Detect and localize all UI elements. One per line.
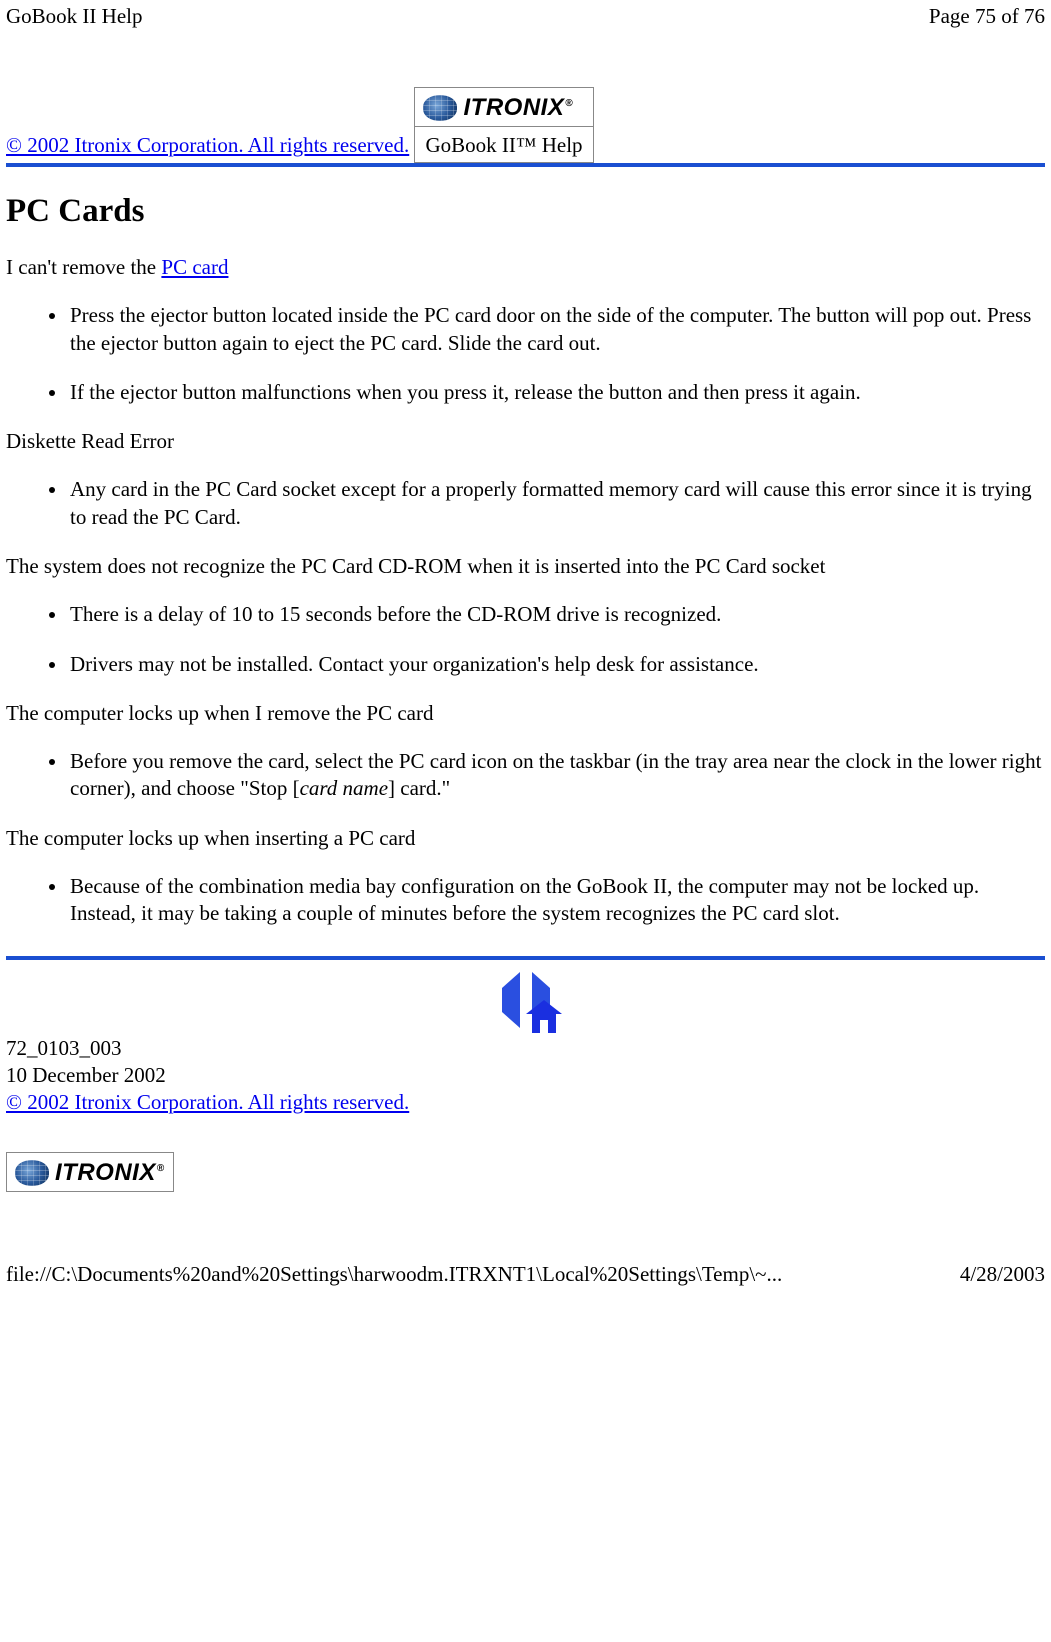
question-5: The computer locks up when inserting a P… — [6, 825, 1045, 851]
brand-box-lower: ITRONIX® — [6, 1152, 174, 1192]
list-item: Any card in the PC Card socket except fo… — [68, 476, 1045, 531]
logo-registered: ® — [565, 98, 573, 109]
globe-icon — [15, 1160, 49, 1186]
itronix-logo-lower: ITRONIX® — [15, 1159, 165, 1187]
logo-cell: ITRONIX® — [415, 88, 592, 127]
nav-back-button[interactable] — [502, 988, 520, 1013]
logo-text-lower: ITRONIX® — [55, 1159, 165, 1187]
q2-bullets: Any card in the PC Card socket except fo… — [6, 476, 1045, 531]
list-item: Because of the combination media bay con… — [68, 873, 1045, 928]
logo-brand-lower: ITRONIX — [55, 1159, 156, 1186]
q4-b1-italic: card name — [300, 776, 388, 800]
q4-b1-b: ] card." — [388, 776, 450, 800]
list-item: There is a delay of 10 to 15 seconds bef… — [68, 601, 1045, 628]
q4-b1-a: Before you remove the card, select the P… — [70, 749, 1041, 800]
footer-path: file://C:\Documents%20and%20Settings\har… — [6, 1262, 782, 1287]
q5-bullets: Because of the combination media bay con… — [6, 873, 1045, 928]
question-1: I can't remove the PC card — [6, 254, 1045, 280]
help-label: GoBook II™ Help — [425, 133, 582, 157]
q1-prefix: I can't remove the — [6, 255, 161, 279]
list-item: Drivers may not be installed. Contact yo… — [68, 651, 1045, 678]
q4-bullets: Before you remove the card, select the P… — [6, 748, 1045, 803]
document-meta: 72_0103_003 10 December 2002 © 2002 Itro… — [6, 1035, 1045, 1117]
page-footer: file://C:\Documents%20and%20Settings\har… — [0, 1192, 1051, 1291]
doc-date: 10 December 2002 — [6, 1062, 1045, 1089]
logo-cell-lower: ITRONIX® — [7, 1153, 173, 1191]
q1-bullets: Press the ejector button located inside … — [6, 302, 1045, 406]
top-divider — [6, 163, 1045, 167]
q3-bullets: There is a delay of 10 to 15 seconds bef… — [6, 601, 1045, 678]
logo-brand: ITRONIX — [463, 94, 564, 121]
list-item: Before you remove the card, select the P… — [68, 748, 1045, 803]
bottom-divider — [6, 956, 1045, 960]
triangle-left-icon — [502, 972, 520, 1028]
question-2: Diskette Read Error — [6, 428, 1045, 454]
itronix-logo: ITRONIX® — [423, 94, 584, 122]
copyright-link-bottom[interactable]: © 2002 Itronix Corporation. All rights r… — [6, 1090, 409, 1114]
footer-date: 4/28/2003 — [960, 1262, 1045, 1287]
page-title: PC Cards — [6, 193, 1045, 230]
logo-registered-lower: ® — [157, 1163, 165, 1174]
list-item: Press the ejector button located inside … — [68, 302, 1045, 357]
page-content: © 2002 Itronix Corporation. All rights r… — [0, 59, 1051, 1192]
question-3: The system does not recognize the PC Car… — [6, 553, 1045, 579]
page-header: GoBook II Help Page 75 of 76 — [0, 0, 1051, 59]
copyright-link-top[interactable]: © 2002 Itronix Corporation. All rights r… — [6, 133, 409, 157]
list-item: If the ejector button malfunctions when … — [68, 379, 1045, 406]
nav-icons — [6, 988, 1045, 1013]
brand-box: ITRONIX® GoBook II™ Help — [414, 87, 593, 163]
pc-card-link[interactable]: PC card — [161, 255, 228, 279]
question-4: The computer locks up when I remove the … — [6, 700, 1045, 726]
doc-number: 72_0103_003 — [6, 1035, 1045, 1062]
help-label-cell: GoBook II™ Help — [415, 127, 592, 162]
logo-text: ITRONIX® — [463, 94, 573, 122]
globe-icon — [423, 95, 457, 121]
header-title: GoBook II Help — [6, 4, 142, 29]
page-indicator: Page 75 of 76 — [929, 4, 1045, 29]
